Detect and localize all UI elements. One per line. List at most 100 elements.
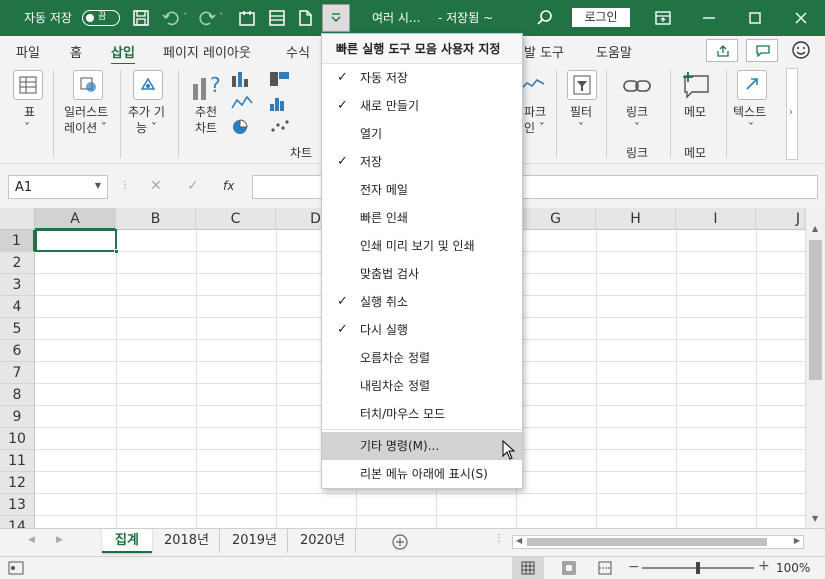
split-handle-icon[interactable]: ⋮	[494, 533, 504, 544]
link-label[interactable]: 링크	[626, 104, 648, 120]
column-chart-icon[interactable]	[230, 70, 254, 88]
zoom-slider-thumb[interactable]	[696, 562, 700, 574]
tab-home[interactable]: 홈	[70, 42, 82, 61]
minimize-icon[interactable]	[700, 9, 718, 27]
row-header[interactable]: 4	[0, 296, 35, 318]
selected-cell-a1[interactable]	[35, 229, 117, 252]
redo-icon[interactable]	[198, 9, 216, 27]
row-header[interactable]: 12	[0, 472, 35, 494]
row-header[interactable]: 11	[0, 450, 35, 472]
pie-chart-icon[interactable]	[230, 118, 254, 136]
column-header[interactable]: H	[596, 208, 676, 230]
row-header[interactable]: 8	[0, 384, 35, 406]
menu-item-show-below-ribbon[interactable]: 리본 메뉴 아래에 표시(S)	[322, 460, 522, 488]
comments-button[interactable]	[746, 39, 778, 62]
illustrations-label-1[interactable]: 일러스트	[64, 104, 108, 120]
column-header[interactable]: A	[35, 208, 116, 230]
column-header[interactable]: C	[196, 208, 276, 230]
document-icon[interactable]	[296, 9, 314, 27]
save-icon[interactable]	[132, 9, 150, 27]
save-state[interactable]: - 저장됨 ~	[438, 0, 493, 36]
fill-handle[interactable]	[114, 249, 119, 254]
page-layout-icon[interactable]	[562, 561, 576, 575]
menu-item-open[interactable]: 열기	[322, 120, 522, 148]
sparklines-label-2[interactable]: 인 ˇ	[524, 120, 545, 136]
menu-item-spelling[interactable]: 맞춤법 검사	[322, 260, 522, 288]
share-button[interactable]	[706, 39, 738, 62]
menu-item-quick-print[interactable]: 빠른 인쇄	[322, 204, 522, 232]
addins-label-2[interactable]: 능 ˇ	[136, 120, 157, 136]
normal-view-button[interactable]	[512, 557, 544, 579]
sheet-tab-2019[interactable]: 2019년	[222, 529, 288, 553]
menu-item-save[interactable]: ✓ 저장	[322, 148, 522, 176]
recommended-charts-label-2[interactable]: 차트	[195, 120, 217, 136]
undo-icon[interactable]	[162, 9, 180, 27]
autosave-toggle[interactable]: 끔	[82, 10, 120, 26]
maximize-icon[interactable]	[746, 9, 764, 27]
table-button-label[interactable]: 표	[24, 104, 35, 120]
close-icon[interactable]	[792, 9, 810, 27]
zoom-out-icon[interactable]: −	[628, 559, 640, 575]
tab-page-layout[interactable]: 페이지 레이아웃	[163, 42, 251, 61]
menu-item-redo[interactable]: ✓ 다시 실행	[322, 316, 522, 344]
new-sheet-icon[interactable]	[238, 9, 256, 27]
recommended-charts-label-1[interactable]: 추천	[195, 104, 217, 120]
menu-item-undo[interactable]: ✓ 실행 취소	[322, 288, 522, 316]
row-header[interactable]: 14	[0, 516, 35, 528]
menu-item-new[interactable]: ✓ 새로 만들기	[322, 92, 522, 120]
page-break-icon[interactable]	[598, 561, 612, 575]
tab-help[interactable]: 도움말	[596, 42, 632, 61]
chevron-down-icon[interactable]: ▼	[95, 181, 101, 190]
line-chart-icon[interactable]	[230, 94, 254, 112]
sheet-tab-summary[interactable]: 집계	[102, 529, 152, 553]
tab-developer[interactable]: 발 도구	[524, 42, 564, 61]
menu-item-autosave[interactable]: ✓ 자동 저장	[322, 64, 522, 92]
row-header[interactable]: 2	[0, 252, 35, 274]
column-header[interactable]: B	[116, 208, 196, 230]
scroll-left-icon[interactable]: ◀	[516, 536, 522, 545]
print-preview-icon[interactable]	[268, 9, 286, 27]
row-header[interactable]: 9	[0, 406, 35, 428]
row-header[interactable]: 1	[0, 230, 35, 252]
scatter-chart-icon[interactable]	[268, 118, 292, 136]
insert-function-icon[interactable]: fx	[223, 179, 234, 193]
zoom-level[interactable]: 100%	[776, 561, 810, 575]
statistic-chart-icon[interactable]	[268, 94, 292, 112]
smiley-icon[interactable]	[791, 40, 811, 60]
column-header[interactable]: I	[676, 208, 756, 230]
ribbon-display-icon[interactable]	[654, 9, 672, 27]
zoom-in-icon[interactable]: +	[758, 558, 770, 574]
enter-icon[interactable]: ✓	[187, 178, 199, 194]
menu-item-more-commands[interactable]: 기타 명령(M)...	[322, 432, 522, 460]
scroll-thumb[interactable]	[527, 538, 767, 546]
scroll-right-icon[interactable]: ▶	[794, 536, 800, 545]
menu-item-touch-mode[interactable]: 터치/마우스 모드	[322, 400, 522, 428]
tab-formulas[interactable]: 수식	[286, 42, 310, 61]
ribbon-scroll-button[interactable]: ›	[786, 68, 798, 160]
add-sheet-icon[interactable]	[392, 534, 408, 550]
row-header[interactable]: 6	[0, 340, 35, 362]
menu-item-print-preview[interactable]: 인쇄 미리 보기 및 인쇄	[322, 232, 522, 260]
search-icon[interactable]	[536, 9, 554, 27]
redo-dropdown-icon[interactable]: ˇ	[219, 0, 224, 36]
next-sheet-icon[interactable]: ▶	[56, 535, 63, 545]
hierarchy-chart-icon[interactable]	[268, 70, 292, 88]
addins-label-1[interactable]: 추가 기	[128, 104, 165, 120]
macro-record-icon[interactable]	[8, 561, 24, 575]
menu-item-sort-ascending[interactable]: 오름차순 정렬	[322, 344, 522, 372]
customize-qat-button[interactable]	[322, 4, 350, 32]
vertical-scrollbar[interactable]: ▲ ▼	[805, 208, 825, 528]
row-header[interactable]: 5	[0, 318, 35, 340]
row-header[interactable]: 13	[0, 494, 35, 516]
sheet-tab-2018[interactable]: 2018년	[154, 529, 220, 553]
drag-handle-icon[interactable]: ⋮	[120, 180, 130, 191]
column-header[interactable]: J	[756, 208, 805, 230]
menu-item-email[interactable]: 전자 메일	[322, 176, 522, 204]
cancel-icon[interactable]: ✕	[150, 178, 162, 194]
illustrations-label-2[interactable]: 레이션 ˇ	[64, 120, 107, 136]
undo-dropdown-icon[interactable]: ˇ	[183, 0, 188, 36]
tab-file[interactable]: 파일	[16, 42, 40, 61]
text-label[interactable]: 텍스트	[733, 104, 766, 120]
column-header[interactable]: G	[516, 208, 596, 230]
scroll-up-icon[interactable]: ▲	[812, 224, 818, 233]
